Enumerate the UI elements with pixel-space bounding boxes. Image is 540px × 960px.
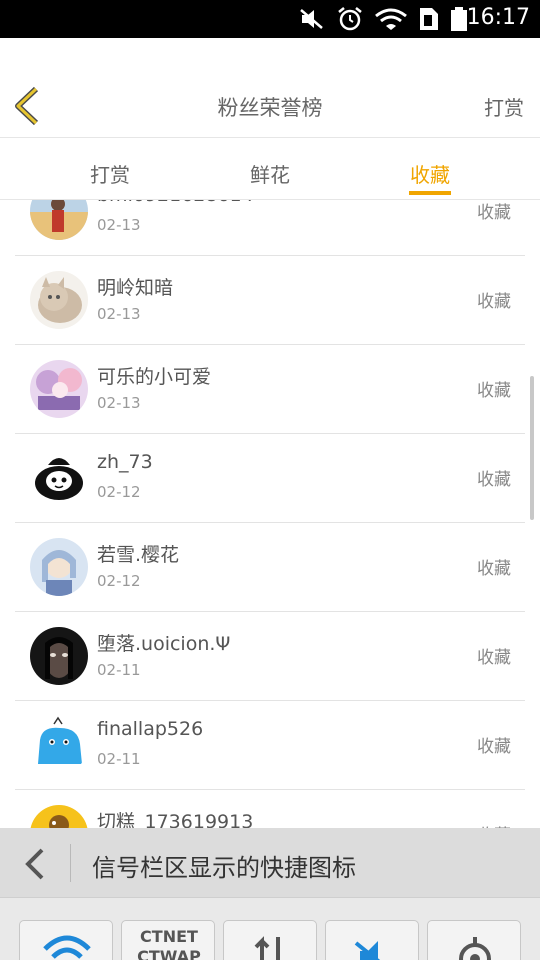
avatar — [30, 360, 88, 418]
wifi-icon — [375, 8, 407, 30]
user-name: zh_73 — [97, 451, 153, 473]
avatar — [30, 449, 88, 507]
list-item[interactable]: 堕落.uoicion.Ψ 02-11 收藏 — [15, 612, 525, 701]
quick-settings-panel: 信号栏区显示的快捷图标 CTNET CTWAP — [0, 828, 540, 960]
avatar — [30, 627, 88, 685]
user-name: finallap526 — [97, 718, 204, 740]
avatar — [30, 716, 88, 774]
tab-flowers[interactable]: 鲜花 — [230, 159, 310, 188]
user-name: 切糕_173619913 — [97, 811, 254, 828]
page-title: 粉丝荣誉榜 — [217, 96, 323, 120]
date: 02-11 — [97, 750, 141, 768]
date: 02-13 — [97, 216, 141, 234]
app-header: 粉丝荣誉榜 打赏 — [0, 38, 540, 138]
action-label: 收藏 — [477, 292, 511, 312]
user-name: 可乐的小可爱 — [97, 366, 212, 388]
panel-title: 信号栏区显示的快捷图标 — [92, 854, 356, 882]
tab-bar: 打赏 鲜花 收藏 — [0, 139, 540, 200]
list-item[interactable]: 可乐的小可爱 02-13 收藏 — [15, 345, 525, 434]
date: 02-12 — [97, 572, 141, 590]
location-toggle[interactable] — [427, 920, 521, 960]
list-item[interactable]: zh_73 02-12 收藏 — [15, 434, 525, 523]
clock: 16:17 — [466, 5, 530, 30]
date: 02-11 — [97, 661, 141, 679]
mute-toggle[interactable] — [325, 920, 419, 960]
wifi-toggle[interactable] — [19, 920, 113, 960]
data-toggle[interactable] — [223, 920, 317, 960]
reward-button[interactable]: 打赏 — [484, 92, 524, 121]
fan-list[interactable]: bml0921628614 02-13 收藏 明岭知暗 02-13 收藏 — [0, 200, 540, 828]
alarm-icon — [338, 7, 362, 31]
date: 02-13 — [97, 394, 141, 412]
mute-icon — [354, 941, 381, 960]
location-icon — [459, 937, 491, 960]
action-label: 收藏 — [477, 381, 511, 401]
list-item[interactable]: 若雪.樱花 02-12 收藏 — [15, 523, 525, 612]
avatar — [30, 805, 88, 828]
avatar — [30, 538, 88, 596]
user-name: 若雪.樱花 — [97, 544, 180, 566]
action-label: 收藏 — [477, 821, 511, 828]
ctwap-label: CTWAP — [137, 947, 201, 960]
date: 02-12 — [97, 483, 141, 501]
list-item[interactable]: 切糕_173619913 收藏 — [15, 790, 525, 828]
wifi-icon — [43, 935, 91, 959]
list-item[interactable]: 明岭知暗 02-13 收藏 — [15, 256, 525, 345]
action-label: 收藏 — [477, 559, 511, 579]
date: 02-13 — [97, 305, 141, 323]
battery-icon — [451, 7, 467, 31]
scrollbar[interactable] — [530, 376, 534, 520]
sim-icon — [420, 8, 438, 30]
list-item[interactable]: bml0921628614 02-13 收藏 — [15, 200, 525, 256]
action-label: 收藏 — [477, 470, 511, 490]
mute-icon — [300, 9, 323, 29]
ctnet-label: CTNET — [140, 927, 198, 946]
avatar — [30, 271, 88, 329]
active-tab-indicator — [409, 191, 451, 195]
list-item[interactable]: finallap526 02-11 收藏 — [15, 701, 525, 790]
status-bar: 16:17 — [0, 0, 540, 38]
action-label: 收藏 — [477, 203, 511, 223]
data-transfer-icon — [254, 936, 280, 960]
panel-header: 信号栏区显示的快捷图标 — [0, 828, 540, 898]
user-name: 明岭知暗 — [97, 277, 174, 299]
user-name: 堕落.uoicion.Ψ — [97, 633, 231, 655]
action-label: 收藏 — [477, 737, 511, 757]
chevron-left-icon[interactable] — [22, 847, 48, 881]
divider — [70, 844, 71, 882]
action-label: 收藏 — [477, 648, 511, 668]
tab-favorites[interactable]: 收藏 — [390, 159, 470, 188]
ctnet-toggle[interactable]: CTNET CTWAP — [121, 920, 215, 960]
user-name: bml0921628614 — [97, 200, 254, 206]
tab-reward[interactable]: 打赏 — [70, 159, 150, 188]
avatar — [30, 200, 88, 240]
